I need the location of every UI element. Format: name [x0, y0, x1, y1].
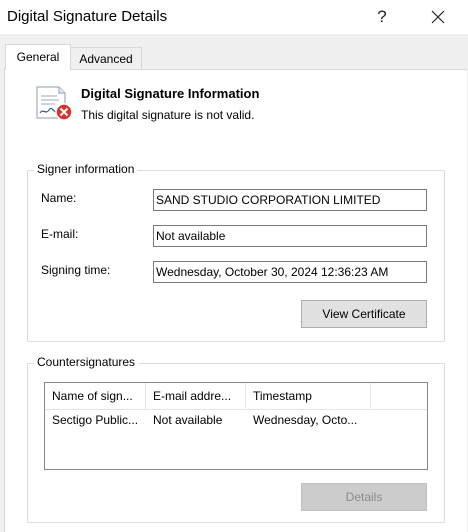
- general-tab-panel: Digital Signature Information This digit…: [4, 69, 467, 532]
- view-certificate-button[interactable]: View Certificate: [301, 300, 427, 328]
- column-header-name[interactable]: Name of sign...: [45, 383, 146, 409]
- help-button[interactable]: ?: [360, 2, 404, 32]
- signing-time-field[interactable]: Wednesday, October 30, 2024 12:36:23 AM: [153, 261, 427, 283]
- name-field[interactable]: SAND STUDIO CORPORATION LIMITED: [153, 189, 427, 211]
- signing-time-label: Signing time:: [41, 263, 111, 277]
- signature-info-title: Digital Signature Information: [81, 86, 260, 101]
- close-icon: [431, 10, 445, 24]
- tab-advanced[interactable]: Advanced: [70, 47, 142, 70]
- window-title: Digital Signature Details: [7, 8, 168, 25]
- countersignatures-list[interactable]: Name of sign... E-mail addre... Timestam…: [44, 382, 428, 470]
- help-icon: ?: [377, 7, 387, 26]
- details-button[interactable]: Details: [301, 483, 427, 511]
- countersignatures-legend: Countersignatures: [34, 355, 139, 369]
- email-label: E-mail:: [41, 227, 79, 241]
- certificate-invalid-icon: [36, 86, 73, 121]
- email-field[interactable]: Not available: [153, 225, 427, 247]
- list-item[interactable]: Sectigo Public... Not available Wednesda…: [45, 410, 427, 430]
- signer-information-group: Signer information Name: SAND STUDIO COR…: [27, 162, 445, 342]
- title-bar: Digital Signature Details ?: [0, 0, 468, 34]
- cell-name: Sectigo Public...: [52, 413, 139, 427]
- close-button[interactable]: [416, 2, 460, 32]
- signer-group-legend: Signer information: [34, 162, 138, 176]
- name-label: Name:: [41, 191, 77, 205]
- list-header: Name of sign... E-mail addre... Timestam…: [45, 383, 427, 410]
- column-header-timestamp[interactable]: Timestamp: [246, 383, 371, 409]
- tab-general[interactable]: General: [5, 44, 71, 70]
- cell-email: Not available: [153, 413, 223, 427]
- column-header-email[interactable]: E-mail addre...: [146, 383, 246, 409]
- countersignatures-group: Countersignatures Name of sign... E-mail…: [27, 355, 445, 523]
- cell-timestamp: Wednesday, Octo...: [253, 413, 358, 427]
- signature-status-text: This digital signature is not valid.: [81, 108, 255, 122]
